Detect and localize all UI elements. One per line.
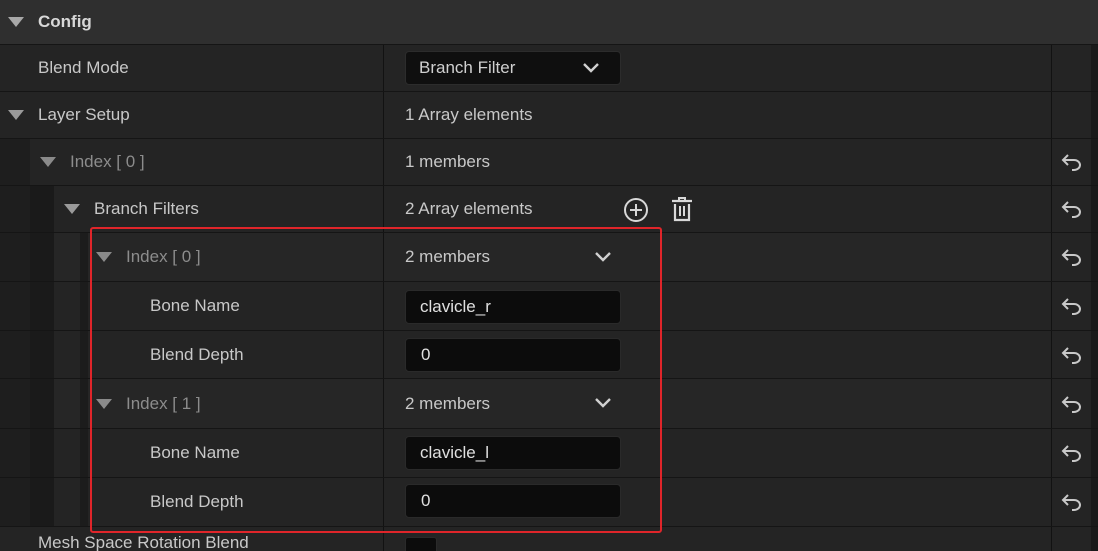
reset-to-default-icon[interactable]	[1061, 493, 1083, 511]
reset-column	[1051, 282, 1092, 330]
branch-filter-index-1-row[interactable]: Index [ 1 ] 2 members	[0, 379, 1098, 428]
reset-to-default-icon[interactable]	[1061, 444, 1083, 462]
layer-index-0-row[interactable]: Index [ 0 ] 1 members	[0, 139, 1098, 185]
expand-icon[interactable]	[40, 157, 56, 167]
expand-icon[interactable]	[96, 252, 112, 262]
expand-icon[interactable]	[8, 110, 24, 120]
reset-to-default-icon[interactable]	[1061, 248, 1083, 266]
branch-filter-index-1-label: Index [ 1 ]	[126, 393, 201, 413]
branch-filters-value: 2 Array elements	[405, 199, 533, 218]
blend-mode-row: Blend Mode Branch Filter	[0, 45, 1098, 91]
config-section-label: Config	[38, 12, 92, 31]
bf1-bone-name-input[interactable]: clavicle_l	[405, 436, 621, 470]
layer-index-0-value: 1 members	[405, 152, 491, 171]
reset-column	[1051, 478, 1092, 526]
mesh-space-rotation-blend-row: Mesh Space Rotation Blend	[0, 527, 1098, 551]
bf1-bone-name-value: clavicle_l	[420, 443, 489, 462]
bf0-blend-depth-value: 0	[421, 345, 431, 364]
scrollbar-track[interactable]	[1091, 429, 1098, 477]
chevron-down-icon[interactable]	[594, 250, 612, 264]
reset-to-default-icon[interactable]	[1061, 346, 1083, 364]
scrollbar-track[interactable]	[1091, 527, 1098, 551]
branch-filter-index-0-label: Index [ 0 ]	[126, 247, 201, 266]
reset-column	[1051, 527, 1092, 551]
reset-column	[1051, 92, 1092, 138]
reset-to-default-icon[interactable]	[1061, 395, 1083, 413]
branch-filters-label: Branch Filters	[94, 199, 199, 218]
blend-mode-value: Branch Filter	[419, 58, 516, 77]
bf0-blend-depth-label: Blend Depth	[150, 344, 244, 364]
reset-column	[1051, 379, 1092, 428]
bf1-blend-depth-input[interactable]: 0	[405, 484, 621, 518]
scrollbar-track[interactable]	[1091, 0, 1098, 44]
bf0-bone-name-value: clavicle_r	[420, 297, 491, 316]
layer-setup-value: 1 Array elements	[405, 105, 533, 124]
reset-to-default-icon[interactable]	[1061, 200, 1083, 218]
blend-mode-dropdown[interactable]: Branch Filter	[405, 51, 621, 85]
bf1-blend-depth-row: Blend Depth 0	[0, 478, 1098, 526]
layer-setup-label: Layer Setup	[38, 105, 130, 124]
scrollbar-track[interactable]	[1091, 139, 1098, 185]
reset-column	[1051, 331, 1092, 378]
branch-filter-index-0-row[interactable]: Index [ 0 ] 2 members	[0, 233, 1098, 281]
expand-icon[interactable]	[64, 204, 80, 214]
bf1-blend-depth-label: Blend Depth	[150, 492, 244, 511]
branch-filter-index-0-value: 2 members	[405, 247, 491, 266]
layer-index-0-label: Index [ 0 ]	[70, 152, 145, 171]
scrollbar-track[interactable]	[1091, 331, 1098, 378]
reset-column	[1051, 45, 1092, 91]
trash-icon	[672, 197, 692, 222]
chevron-down-icon[interactable]	[594, 396, 612, 410]
bf1-bone-name-row: Bone Name clavicle_l	[0, 429, 1098, 477]
bf1-blend-depth-value: 0	[421, 491, 431, 510]
reset-column	[1051, 186, 1092, 232]
reset-to-default-icon[interactable]	[1061, 297, 1083, 315]
scrollbar-track[interactable]	[1091, 233, 1098, 281]
collapse-icon[interactable]	[8, 17, 24, 27]
reset-column	[1051, 139, 1092, 185]
bf0-bone-name-input[interactable]: clavicle_r	[405, 290, 621, 324]
branch-filter-index-1-value: 2 members	[405, 393, 491, 413]
add-element-button[interactable]	[622, 196, 650, 224]
expand-icon[interactable]	[96, 398, 112, 409]
blend-mode-label: Blend Mode	[38, 58, 129, 77]
bf0-blend-depth-input[interactable]: 0	[405, 338, 621, 372]
bf0-blend-depth-row: Blend Depth 0	[0, 331, 1098, 378]
scrollbar-track[interactable]	[1091, 45, 1098, 91]
bf0-bone-name-label: Bone Name	[150, 296, 240, 315]
mesh-space-rotation-blend-label: Mesh Space Rotation Blend	[38, 533, 249, 551]
config-section-header[interactable]: Config	[0, 0, 1098, 44]
reset-column	[1051, 233, 1092, 281]
reset-to-default-icon[interactable]	[1061, 153, 1083, 171]
scrollbar-track[interactable]	[1091, 282, 1098, 330]
scrollbar-track[interactable]	[1091, 186, 1098, 232]
layer-setup-row[interactable]: Layer Setup 1 Array elements	[0, 92, 1098, 138]
scrollbar-track[interactable]	[1091, 92, 1098, 138]
bf1-bone-name-label: Bone Name	[150, 443, 240, 462]
reset-column	[1051, 429, 1092, 477]
add-circle-icon	[624, 198, 648, 222]
scrollbar-track[interactable]	[1091, 379, 1098, 428]
bf0-bone-name-row: Bone Name clavicle_r	[0, 282, 1098, 330]
scrollbar-track[interactable]	[1091, 478, 1098, 526]
chevron-down-icon	[583, 63, 599, 73]
branch-filters-row[interactable]: Branch Filters 2 Array elements	[0, 186, 1098, 232]
mesh-space-rotation-blend-checkbox[interactable]	[405, 537, 437, 551]
delete-elements-button[interactable]	[668, 195, 696, 223]
